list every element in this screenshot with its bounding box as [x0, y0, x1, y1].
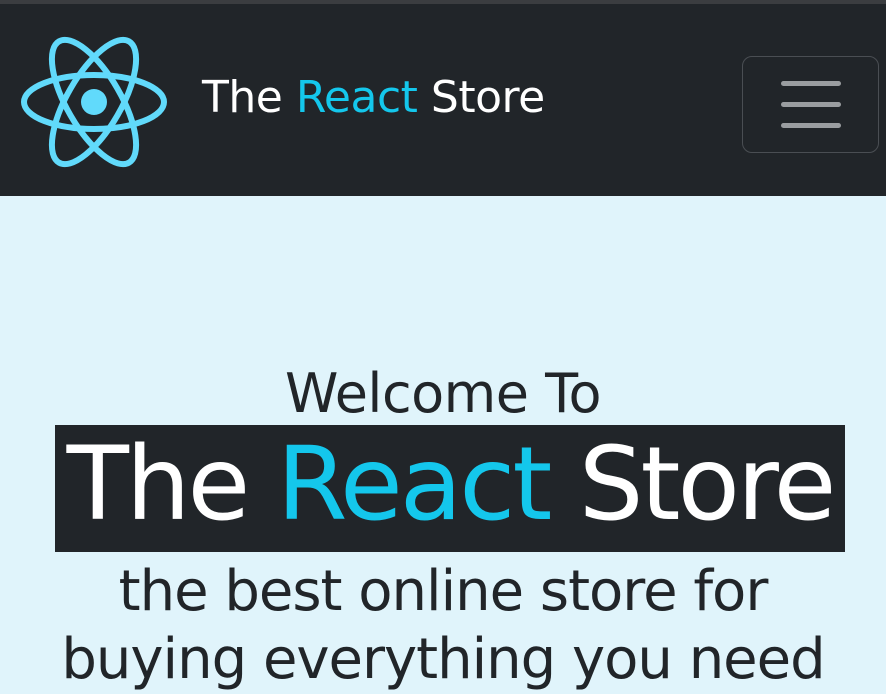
hero-title-react: React [276, 425, 553, 544]
welcome-heading: Welcome To [284, 362, 602, 425]
hero-title: The React Store [55, 419, 845, 551]
navbar: The React Store [0, 4, 886, 196]
brand-text-react: React [295, 72, 418, 123]
brand-text-store: Store [417, 72, 545, 123]
hero-title-the: The [66, 425, 277, 544]
brand-text-the: The [202, 72, 296, 123]
react-logo-icon[interactable] [20, 36, 168, 168]
navbar-toggle-button[interactable] [742, 56, 879, 153]
tagline-line-1: the best online store for [118, 559, 769, 624]
brand-link[interactable]: The React Store [202, 70, 545, 126]
hero-title-store: Store [549, 425, 837, 544]
tagline-line-2: buying everything you need [61, 627, 825, 692]
hero-title-box: The React Store [55, 425, 845, 552]
hero-tagline: the best online store for buying everyth… [0, 558, 886, 694]
hero-section: Welcome To The React Store the best onli… [0, 196, 886, 692]
